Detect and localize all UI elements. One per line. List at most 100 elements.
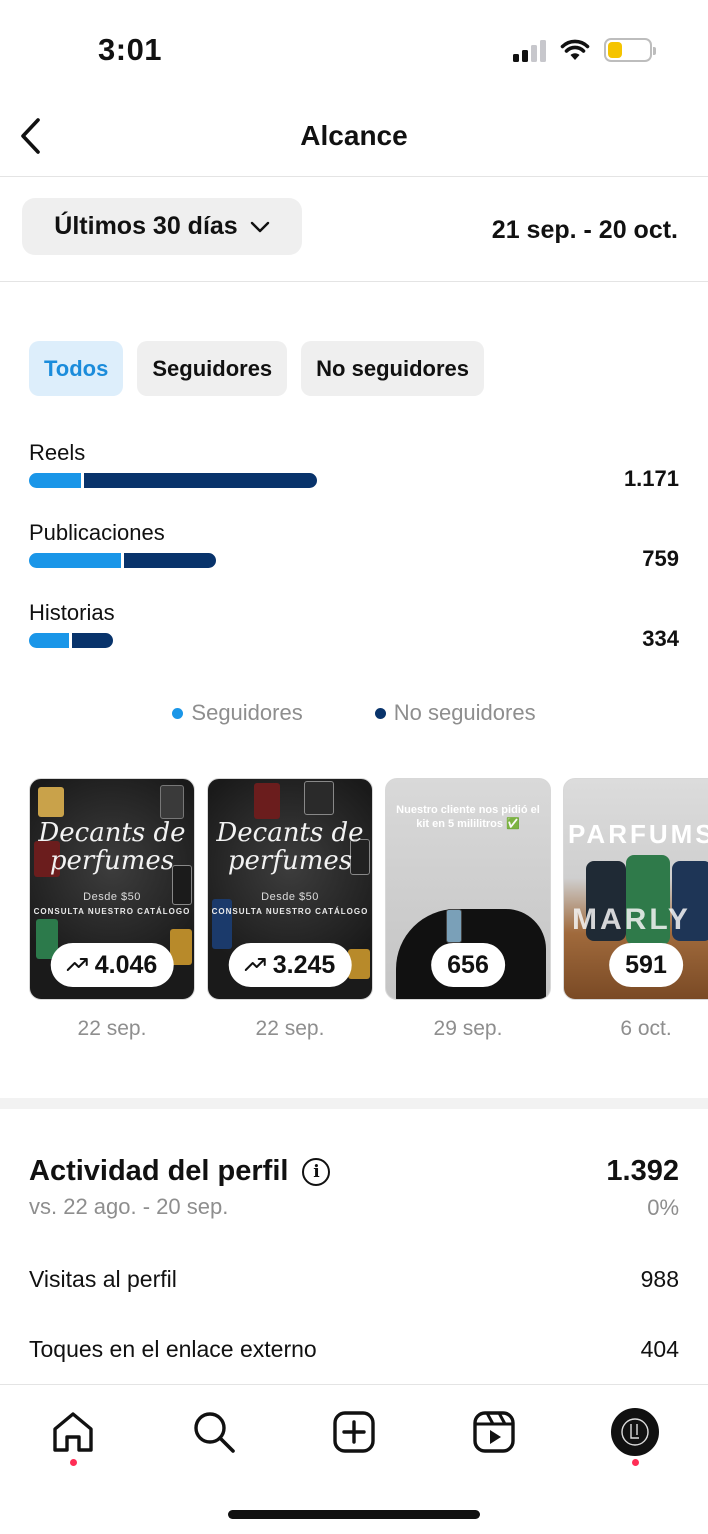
- thumbnail-subtitle: Desde $50: [83, 891, 141, 903]
- status-icons: [513, 38, 656, 62]
- activity-heading: Actividad del perfil i: [29, 1155, 679, 1188]
- metric-value: 988: [640, 1266, 679, 1292]
- content-item[interactable]: Decants de perfumes Desde $50 CONSULTA N…: [29, 778, 195, 1041]
- content-date: 29 sep.: [433, 1017, 503, 1040]
- content-type-breakdown: Reels 1.171 Publicaciones 759 Historias …: [29, 440, 679, 680]
- chart-legend: Seguidores No seguidores: [0, 700, 708, 726]
- activity-compare-range: vs. 22 ago. - 20 sep.: [29, 1194, 229, 1219]
- breakdown-bar: [29, 633, 113, 648]
- legend-dot-followers: [172, 707, 184, 719]
- nav-header: Alcance: [0, 100, 708, 177]
- thumbnail-caption: Nuestro cliente nos pidió el kit en 5 mi…: [396, 804, 540, 830]
- breakdown-row-posts: Publicaciones 759: [29, 520, 679, 600]
- legend-label: No seguidores: [393, 700, 536, 725]
- reach-value: 4.046: [94, 950, 158, 979]
- bar-segment-followers: [29, 633, 70, 648]
- breakdown-value: 759: [642, 546, 679, 571]
- legend-label: Seguidores: [191, 700, 303, 725]
- cellular-signal-icon: [513, 38, 546, 62]
- filter-chip-followers[interactable]: Seguidores: [137, 341, 288, 396]
- content-thumbnail[interactable]: Decants de perfumes Desde $50 CONSULTA N…: [207, 778, 373, 1000]
- thumbnail-title: Decants de perfumes: [216, 818, 364, 876]
- date-range-row: Últimos 30 días 21 sep. - 20 oct.: [0, 178, 708, 282]
- breakdown-row-stories: Historias 334: [29, 600, 679, 680]
- activity-title: Actividad del perfil: [29, 1155, 289, 1187]
- breakdown-bar: [29, 473, 317, 488]
- reach-value: 3.245: [272, 950, 336, 979]
- thumbnail-caption: CONSULTA NUESTRO CATÁLOGO: [211, 907, 369, 916]
- thumbnail-subtitle: Desde $50: [261, 891, 319, 903]
- section-divider: [0, 1098, 708, 1109]
- legend-dot-non-followers: [374, 707, 386, 719]
- content-item[interactable]: PARFUMS MARLY 591 6 oct.: [563, 778, 708, 1041]
- breakdown-value: 334: [642, 626, 679, 651]
- breakdown-row-reels: Reels 1.171: [29, 440, 679, 520]
- home-icon: [53, 1412, 93, 1452]
- metric-value: 404: [640, 1336, 679, 1362]
- audience-filter: Todos Seguidores No seguidores: [29, 341, 484, 396]
- content-thumbnail[interactable]: Decants de perfumes Desde $50 CONSULTA N…: [29, 778, 195, 1000]
- wifi-icon: [560, 39, 590, 60]
- filter-chip-non-followers[interactable]: No seguidores: [301, 341, 484, 396]
- date-range-text: 21 sep. - 20 oct.: [491, 216, 678, 244]
- reach-value: 591: [625, 950, 667, 979]
- date-range-label: Últimos 30 días: [54, 212, 238, 240]
- bar-segment-non-followers: [83, 473, 317, 488]
- reach-value: 656: [447, 950, 489, 979]
- brand-logo-icon: [621, 1418, 649, 1446]
- breakdown-bar: [29, 553, 217, 568]
- avatar: [611, 1408, 659, 1456]
- chevron-down-icon: [250, 221, 269, 232]
- breakdown-value: 1.171: [623, 466, 679, 491]
- tab-reels[interactable]: [469, 1407, 519, 1457]
- reach-badge: 656: [431, 943, 505, 987]
- plus-square-icon: [333, 1411, 375, 1453]
- status-bar: 3:01: [0, 0, 708, 100]
- tab-search[interactable]: [189, 1407, 239, 1457]
- tab-profile[interactable]: [610, 1407, 660, 1457]
- thumbnail-title: PARFUMS: [568, 819, 708, 849]
- thumbnail-caption: CONSULTA NUESTRO CATÁLOGO: [33, 907, 191, 916]
- content-date: 6 oct.: [620, 1017, 672, 1040]
- profile-activity-section: Actividad del perfil i 1.392 vs. 22 ago.…: [29, 1155, 679, 1220]
- home-indicator: [228, 1510, 480, 1519]
- content-item[interactable]: Nuestro cliente nos pidió el kit en 5 mi…: [385, 778, 551, 1041]
- bar-segment-non-followers: [72, 633, 113, 648]
- content-thumbnail[interactable]: Nuestro cliente nos pidió el kit en 5 mi…: [385, 778, 551, 1000]
- status-time: 3:01: [98, 32, 163, 67]
- search-icon: [194, 1412, 235, 1453]
- top-content-carousel[interactable]: Decants de perfumes Desde $50 CONSULTA N…: [29, 778, 708, 1041]
- reach-badge: 591: [609, 943, 683, 987]
- reach-badge: 3.245: [228, 943, 352, 987]
- bar-segment-non-followers: [123, 553, 217, 568]
- legend-item-followers: Seguidores: [172, 700, 303, 726]
- breakdown-label: Reels: [29, 440, 86, 465]
- thumbnail-title: Decants de perfumes: [38, 818, 186, 876]
- activity-total: 1.392: [606, 1155, 679, 1187]
- thumbnail-subtitle: MARLY: [572, 903, 691, 936]
- reach-badge: 4.046: [50, 943, 174, 987]
- reels-icon: [473, 1411, 515, 1453]
- trending-up-icon: [66, 958, 88, 971]
- battery-icon: [604, 38, 656, 62]
- page-title: Alcance: [300, 120, 408, 151]
- info-icon[interactable]: i: [302, 1157, 331, 1186]
- filter-chip-all[interactable]: Todos: [29, 341, 124, 396]
- date-range-dropdown[interactable]: Últimos 30 días: [22, 198, 302, 255]
- content-item[interactable]: Decants de perfumes Desde $50 CONSULTA N…: [207, 778, 373, 1041]
- content-date: 22 sep.: [255, 1017, 325, 1040]
- content-date: 22 sep.: [77, 1017, 147, 1040]
- metric-row-external-link-taps[interactable]: Toques en el enlace externo 404: [29, 1336, 679, 1363]
- breakdown-label: Publicaciones: [29, 520, 165, 545]
- profile-notification-dot: [632, 1459, 639, 1466]
- metric-row-profile-visits[interactable]: Visitas al perfil 988: [29, 1266, 679, 1293]
- legend-item-non-followers: No seguidores: [374, 700, 536, 726]
- activity-change: 0%: [647, 1195, 679, 1220]
- tab-home[interactable]: [48, 1407, 98, 1457]
- metric-label: Visitas al perfil: [29, 1266, 177, 1292]
- bar-segment-followers: [29, 473, 81, 488]
- tab-create[interactable]: [329, 1407, 379, 1457]
- breakdown-label: Historias: [29, 600, 115, 625]
- content-thumbnail[interactable]: PARFUMS MARLY 591: [563, 778, 708, 1000]
- home-notification-dot: [70, 1459, 77, 1466]
